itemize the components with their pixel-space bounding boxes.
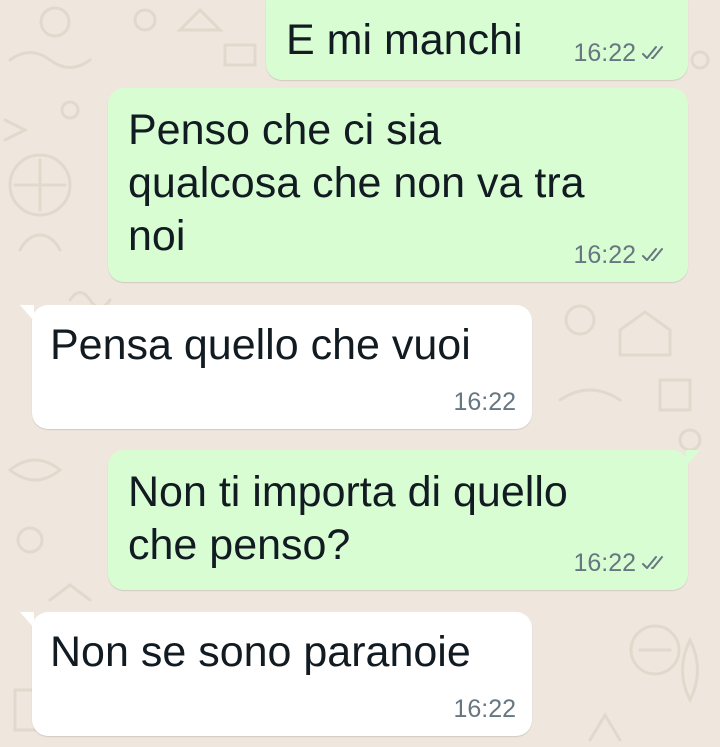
bubble-tail	[686, 450, 700, 466]
message-meta: 16:22	[573, 241, 668, 269]
chat-message-list: E mi manchi 16:22 Penso che ci sia qualc…	[0, 0, 720, 747]
message-time: 16:22	[573, 549, 636, 577]
message-meta: 16:22	[573, 549, 668, 577]
message-bubble-outgoing[interactable]: Penso che ci sia qualcosa che non va tra…	[108, 88, 688, 282]
double-check-icon	[642, 556, 663, 569]
message-bubble-incoming[interactable]: Non se sono paranoie 16:22	[20, 612, 532, 736]
message-bubble-outgoing[interactable]: E mi manchi 16:22	[266, 0, 688, 80]
double-check-icon	[642, 46, 663, 59]
message-text: Penso che ci sia qualcosa che non va tra…	[128, 106, 585, 260]
message-bubble-outgoing[interactable]: Non ti importa di quello che penso? 16:2…	[108, 450, 700, 590]
message-meta: 16:22	[453, 695, 516, 723]
bubble-tail	[20, 305, 34, 321]
message-time: 16:22	[573, 39, 636, 67]
message-meta: 16:22	[453, 388, 516, 416]
message-text: E mi manchi	[286, 16, 523, 64]
message-text: Non se sono paranoie	[50, 628, 471, 676]
message-time: 16:22	[573, 241, 636, 269]
double-check-icon	[642, 248, 663, 261]
bubble-tail	[20, 612, 34, 628]
message-text: Non ti importa di quello che penso?	[128, 468, 568, 569]
message-bubble-incoming[interactable]: Pensa quello che vuoi 16:22	[20, 305, 532, 429]
message-text: Pensa quello che vuoi	[50, 321, 471, 369]
message-time: 16:22	[453, 695, 516, 723]
message-meta: 16:22	[573, 39, 668, 67]
message-time: 16:22	[453, 388, 516, 416]
